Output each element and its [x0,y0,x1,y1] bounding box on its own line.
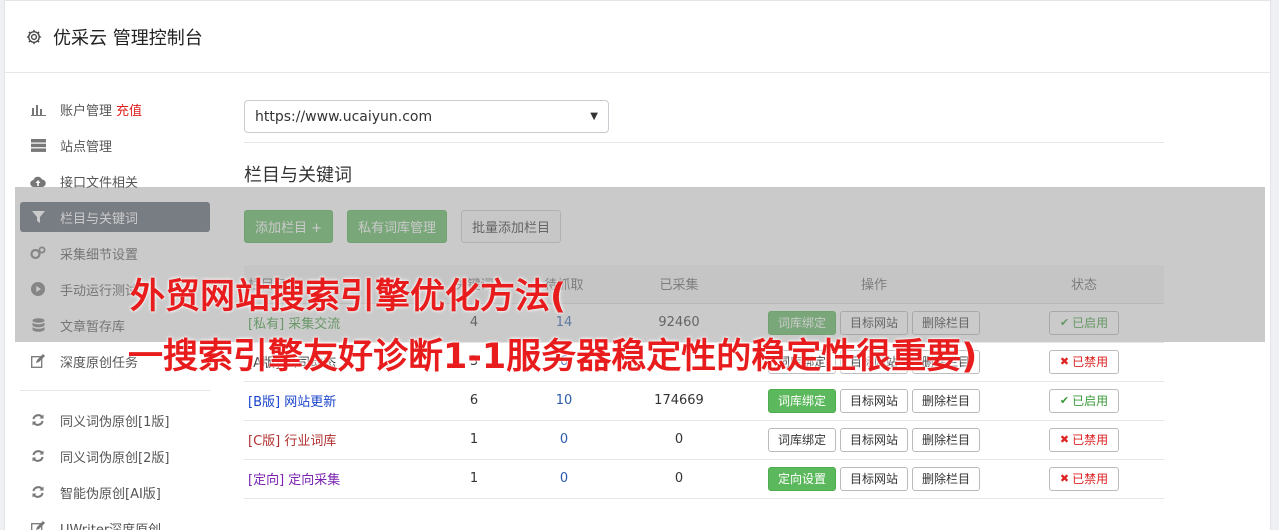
close-icon: ✖ [1059,433,1070,446]
refresh-icon [30,448,46,464]
status-label: 已禁用 [1072,355,1109,369]
overlay-title-line1: 外贸网站搜索引擎优化方法( [130,277,566,317]
site-select[interactable]: https://www.ucaiyun.com ▼ [244,100,609,133]
gear-icon [26,29,42,44]
refresh-icon [30,412,46,428]
sidebar-item-label: 同义词伪原创[1版] [60,414,170,430]
pending-count[interactable]: 0 [514,420,614,460]
status-cell: ✖ 已禁用 [1004,342,1164,382]
bind-lib-button[interactable]: 定向设置 [767,466,836,491]
sidebar-item[interactable]: 账户管理 充值 [20,94,210,124]
ops-cell: 词库绑定目标网站删除栏目 [744,381,1004,421]
target-site-button[interactable]: 目标网站 [839,427,908,452]
status-toggle[interactable]: ✖ 已禁用 [1048,349,1120,374]
bind-lib-button[interactable]: 词库绑定 [767,427,836,452]
status-cell: ✖ 已禁用 [1004,459,1164,499]
sidebar-item-label: 站点管理 [60,139,113,155]
delete-column-button[interactable]: 删除栏目 [912,427,981,452]
site-select-value: https://www.ucaiyun.com [255,108,433,125]
table-row: [定向] 定向采集 1 0 0 定向设置 目标网站 删除栏目 ✖ 已禁用 [244,459,1164,499]
status-label: 已启用 [1072,394,1109,408]
sidebar-item[interactable]: 站点管理 [20,130,210,160]
status-label: 已禁用 [1072,433,1109,447]
chevron-down-icon: ▼ [590,111,598,122]
status-toggle[interactable]: ✖ 已禁用 [1048,427,1120,452]
keyword-count: 1 [434,420,514,460]
ops-cell: 定向设置 目标网站 删除栏目 [744,459,1004,499]
status-cell: ✔已启用 [1004,381,1164,421]
refresh-icon [30,484,46,500]
column-name[interactable]: 行业词库 [284,434,336,449]
top-bar: 优采云 管理控制台 [5,1,1270,73]
column-tag: [B版] [248,395,281,410]
collected-count: 174669 [614,381,744,421]
sidebar-item[interactable]: 同义词伪原创[2版] [20,441,210,471]
sidebar-item-label: 账户管理 [60,103,113,119]
column-tag: [定向] [248,473,285,488]
sidebar-item-label: 深度原创任务 [60,355,139,371]
ops-cell: 词库绑定目标网站删除栏目 [744,420,1004,460]
sidebar-item-label: 同义词伪原创[2版] [60,450,170,466]
sidebar-divider [20,390,210,391]
bar-chart-icon [30,101,46,117]
edit-icon [30,353,46,369]
edit-icon [30,520,46,530]
sidebar-item[interactable]: 同义词伪原创[1版] [20,405,210,435]
section-title: 栏目与关键词 [244,165,352,186]
target-site-button[interactable]: 目标网站 [839,388,908,413]
delete-column-button[interactable]: 删除栏目 [912,466,981,491]
keyword-count: 1 [434,459,514,499]
app-title: 优采云 管理控制台 [53,27,203,49]
table-row: [B版] 网站更新 6 10 174669 词库绑定 目标网站 删除栏目 ✔ 已启用 [244,381,1164,421]
sidebar-item[interactable]: UWriter深度原创 [20,513,210,530]
sidebar-item-label: 智能伪原创[AI版] [60,486,161,502]
status-cell: ✖ 已禁用 [1004,420,1164,460]
keyword-count: 6 [434,381,514,421]
pending-count[interactable]: 10 [514,381,614,421]
status-toggle[interactable]: ✖ 已禁用 [1048,466,1120,491]
column-name-cell: [C版] 行业词库 [244,420,434,460]
column-name[interactable]: 定向采集 [288,473,340,488]
close-icon: ✖ [1059,472,1070,485]
delete-column-button[interactable]: 删除栏目 [912,388,981,413]
close-icon: ✖ [1059,355,1070,368]
column-name-cell: [定向] 定向采集 [244,459,434,499]
column-name-cell: [B版] 网站更新 [244,381,434,421]
sidebar-item[interactable]: 智能伪原创[AI版] [20,477,210,507]
bind-lib-button[interactable]: 词库绑定 [767,388,836,413]
overlay-title-line2: 一搜索引擎友好诊断1-1服务器稳定性的稳定性很重要) [128,337,978,377]
pending-count[interactable]: 0 [514,459,614,499]
divider [244,142,1164,143]
recharge-badge[interactable]: 充值 [116,100,142,119]
collected-count: 0 [614,459,744,499]
sidebar-item-label: UWriter深度原创 [60,522,162,530]
check-icon: ✔ [1059,394,1070,407]
target-site-button[interactable]: 目标网站 [839,466,908,491]
collected-count: 0 [614,420,744,460]
table-row: [C版] 行业词库 1 0 0 词库绑定 目标网站 删除栏目 ✖ 已禁用 [244,420,1164,460]
server-icon [30,137,46,153]
column-tag: [C版] [248,434,281,449]
status-label: 已禁用 [1072,472,1109,486]
status-toggle[interactable]: ✔已启用 [1048,388,1120,413]
column-name[interactable]: 网站更新 [284,395,336,410]
